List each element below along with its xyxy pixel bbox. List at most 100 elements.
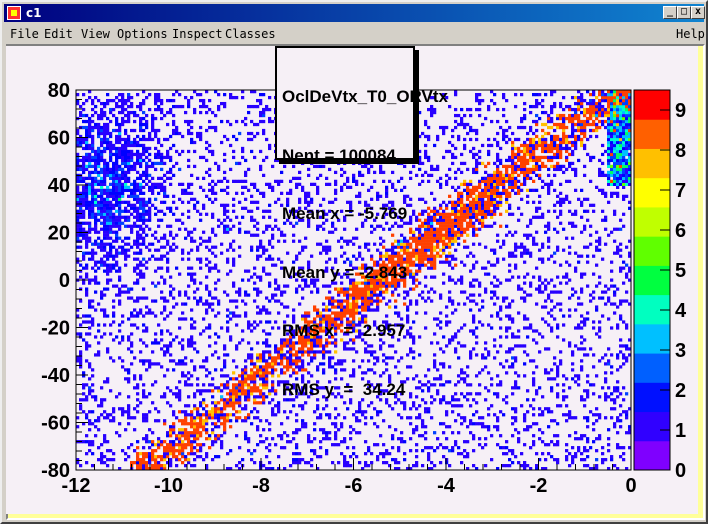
heatmap-cell — [517, 329, 521, 333]
heatmap-cell — [142, 341, 146, 345]
heatmap-cell — [616, 245, 620, 249]
heatmap-cell — [268, 311, 272, 315]
heatmap-cell — [160, 218, 164, 222]
heatmap-cell — [232, 413, 236, 417]
heatmap-cell — [538, 206, 542, 210]
heatmap-cell — [91, 212, 95, 216]
heatmap-cell — [553, 290, 557, 294]
heatmap-cell — [274, 218, 278, 222]
heatmap-cell — [553, 260, 557, 264]
minimize-button[interactable]: _ — [663, 6, 677, 19]
heatmap-cell — [250, 422, 254, 426]
heatmap-cell — [148, 209, 152, 213]
heatmap-cell — [622, 194, 626, 198]
heatmap-cell — [439, 422, 443, 426]
menu-edit[interactable]: Edit — [44, 27, 73, 41]
heatmap-cell — [136, 206, 140, 210]
heatmap-cell — [559, 191, 563, 195]
menu-help[interactable]: Help — [676, 27, 705, 41]
heatmap-cell — [142, 287, 146, 291]
heatmap-cell — [136, 455, 140, 459]
heatmap-cell — [217, 410, 221, 414]
heatmap-cell — [244, 365, 248, 369]
heatmap-cell — [103, 260, 107, 264]
heatmap-cell — [448, 464, 452, 468]
heatmap-cell — [217, 302, 221, 306]
heatmap-cell — [595, 449, 599, 453]
heatmap-cell — [451, 446, 455, 450]
heatmap-cell — [607, 299, 611, 303]
heatmap-cell — [460, 221, 464, 225]
heatmap-cell — [88, 209, 92, 213]
heatmap-cell — [310, 449, 314, 453]
heatmap-cell — [205, 212, 209, 216]
menu-file[interactable]: File — [10, 27, 39, 41]
menu-options[interactable]: Options — [117, 27, 168, 41]
heatmap-cell — [517, 344, 521, 348]
heatmap-cell — [127, 407, 131, 411]
heatmap-cell — [472, 332, 476, 336]
heatmap-cell — [250, 374, 254, 378]
heatmap-cell — [136, 194, 140, 198]
heatmap-cell — [424, 236, 428, 240]
heatmap-cell — [616, 446, 620, 450]
heatmap-cell — [82, 233, 86, 237]
maximize-button[interactable]: □ — [677, 6, 691, 19]
heatmap-cell — [151, 449, 155, 453]
heatmap-cell — [508, 317, 512, 321]
heatmap-cell — [418, 386, 422, 390]
heatmap-cell — [604, 227, 608, 231]
heatmap-cell — [175, 302, 179, 306]
heatmap-cell — [562, 227, 566, 231]
menu-view[interactable]: View — [81, 27, 110, 41]
heatmap-cell — [592, 383, 596, 387]
heatmap-cell — [223, 224, 227, 228]
heatmap-cell — [247, 278, 251, 282]
menu-classes[interactable]: Classes — [225, 27, 276, 41]
heatmap-cell — [532, 407, 536, 411]
heatmap-cell — [565, 395, 569, 399]
heatmap-cell — [355, 419, 359, 423]
heatmap-cell — [466, 194, 470, 198]
heatmap-cell — [430, 227, 434, 231]
heatmap-cell — [622, 281, 626, 285]
heatmap-cell — [208, 410, 212, 414]
heatmap-cell — [256, 206, 260, 210]
heatmap-cell — [421, 389, 425, 393]
heatmap-cell — [274, 413, 278, 417]
heatmap-cell — [322, 431, 326, 435]
heatmap-cell — [100, 188, 104, 192]
heatmap-cell — [586, 455, 590, 459]
heatmap-cell — [538, 332, 542, 336]
heatmap-cell — [97, 353, 101, 357]
heatmap-cell — [454, 230, 458, 234]
heatmap-cell — [112, 305, 116, 309]
heatmap-cell — [388, 452, 392, 456]
heatmap-cell — [199, 413, 203, 417]
heatmap-cell — [511, 452, 515, 456]
heatmap-cell — [169, 440, 173, 444]
heatmap-cell — [94, 419, 98, 423]
heatmap-cell — [148, 212, 152, 216]
heatmap-cell — [118, 206, 122, 210]
heatmap-cell — [106, 350, 110, 354]
menu-inspect[interactable]: Inspect — [172, 27, 223, 41]
heatmap-cell — [277, 362, 281, 366]
heatmap-cell — [409, 437, 413, 441]
heatmap-cell — [208, 413, 212, 417]
heatmap-cell — [532, 275, 536, 279]
heatmap-cell — [466, 197, 470, 201]
heatmap-cell — [439, 248, 443, 252]
heatmap-cell — [79, 215, 83, 219]
title-bar[interactable]: c1 _ □ x — [4, 4, 705, 22]
heatmap-cell — [382, 419, 386, 423]
app-icon[interactable] — [7, 6, 21, 20]
close-button[interactable]: x — [691, 6, 705, 19]
heatmap-cell — [121, 314, 125, 318]
heatmap-cell — [238, 293, 242, 297]
heatmap-cell — [136, 281, 140, 285]
heatmap-cell — [169, 182, 173, 186]
heatmap-cell — [271, 407, 275, 411]
heatmap-cell — [136, 410, 140, 414]
heatmap-cell — [442, 431, 446, 435]
